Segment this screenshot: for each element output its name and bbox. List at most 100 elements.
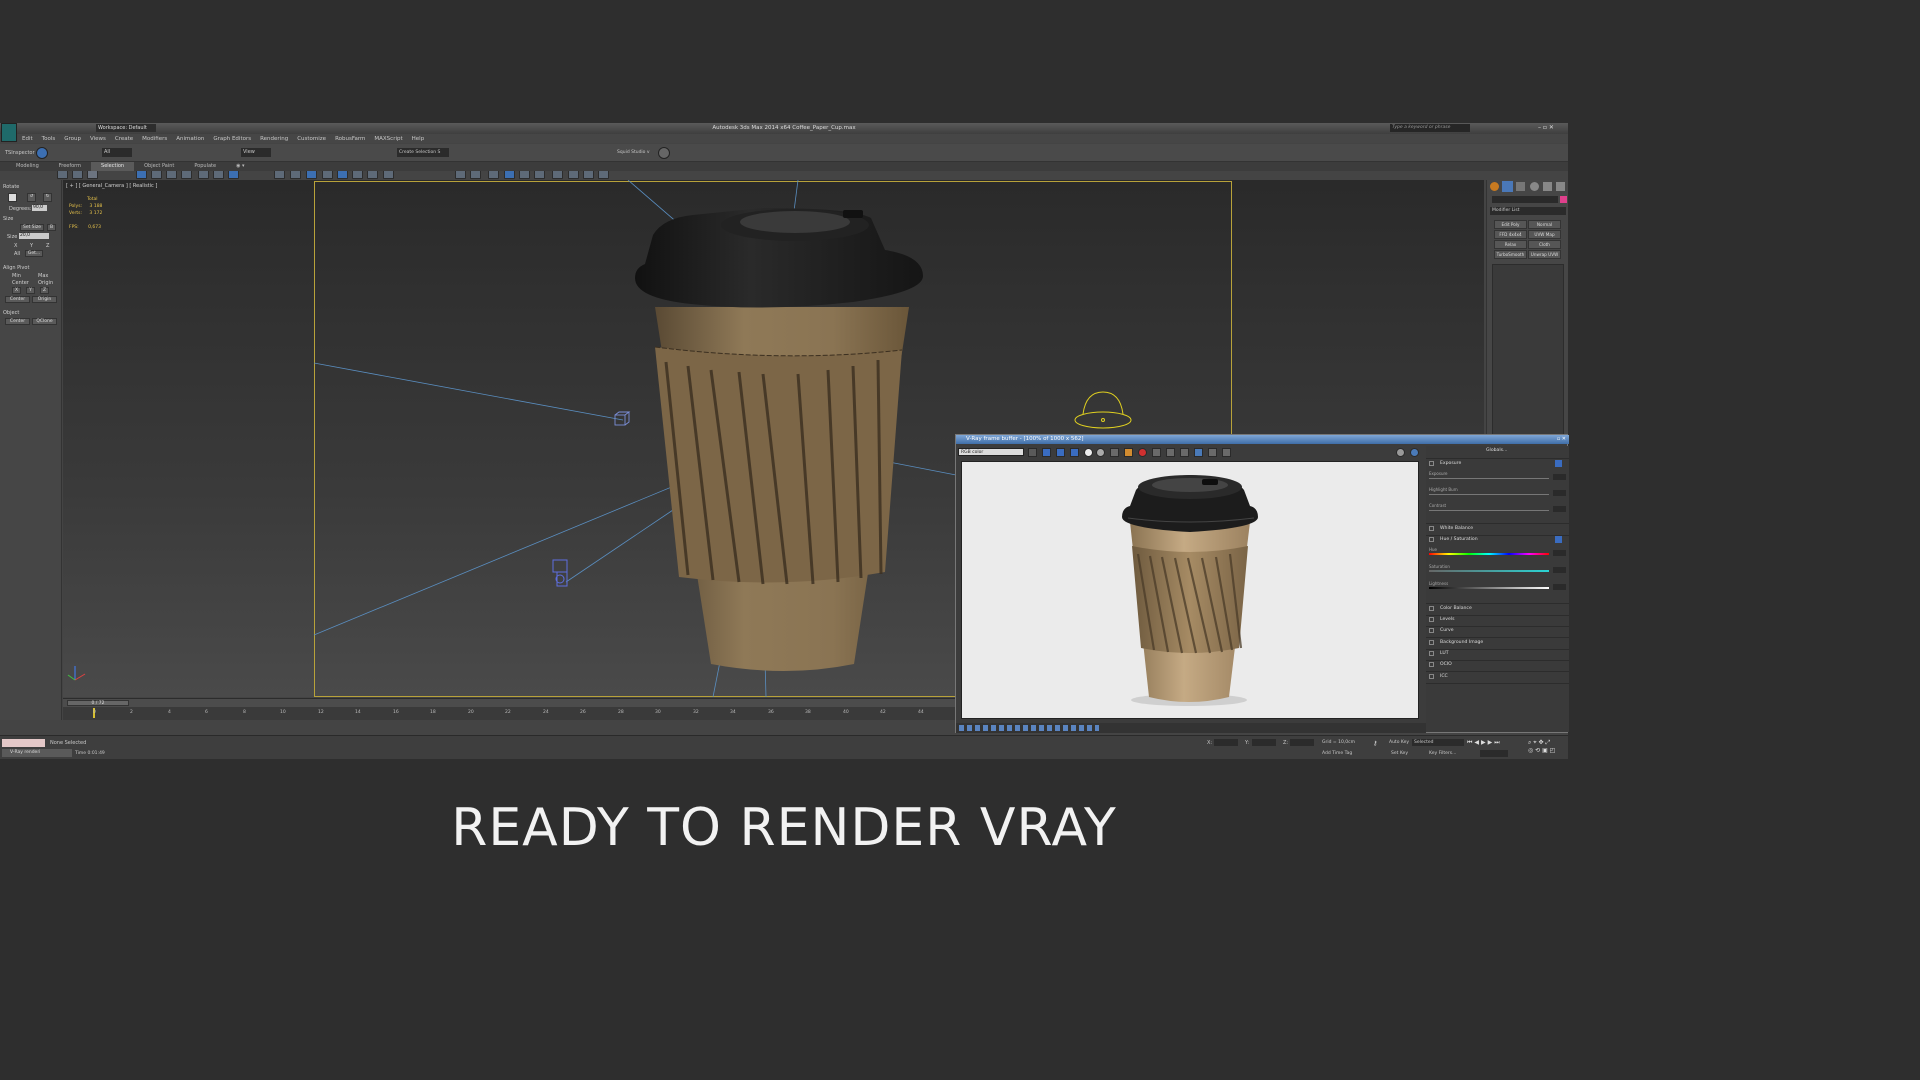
- utilities-tab-icon[interactable]: [1556, 182, 1565, 191]
- ocio-panel-title[interactable]: OCIO: [1440, 662, 1452, 667]
- coord-z-input[interactable]: [1290, 739, 1314, 746]
- hue-value[interactable]: [1553, 550, 1566, 556]
- modifier-turbosmooth-button[interactable]: TurboSmooth: [1494, 250, 1527, 259]
- key-filters-button[interactable]: Key Filters...: [1429, 751, 1456, 756]
- rotate-reset-button[interactable]: [8, 193, 17, 202]
- coord-y-input[interactable]: [1252, 739, 1276, 746]
- menu-group[interactable]: Group: [64, 136, 81, 142]
- modifier-cloth-button[interactable]: Cloth: [1528, 240, 1561, 249]
- axis-y-option[interactable]: Y: [30, 243, 33, 249]
- exposure-expand-icon[interactable]: [1555, 460, 1562, 467]
- selection-filter-dropdown[interactable]: All: [102, 148, 132, 157]
- clear-image-icon[interactable]: [1138, 448, 1147, 457]
- mono-channel-icon[interactable]: [1096, 448, 1105, 457]
- color-balance-checkbox[interactable]: [1429, 606, 1434, 611]
- viewport-nav-controls[interactable]: ⌕ ⌖ ✥ ⤢ ◎ ⟲ ▣ ◰: [1528, 739, 1566, 757]
- saturation-slider[interactable]: [1429, 570, 1549, 572]
- save-image-icon[interactable]: [1028, 448, 1037, 457]
- highlight-burn-slider[interactable]: [1429, 494, 1549, 495]
- hue-slider[interactable]: [1429, 553, 1549, 555]
- modifier-uvw-map-button[interactable]: UVW Map: [1528, 230, 1561, 239]
- history-icons[interactable]: [959, 725, 1099, 731]
- light-gizmo[interactable]: [614, 411, 631, 426]
- vfb-window-controls[interactable]: ▫ ✕: [1557, 435, 1566, 444]
- search-input[interactable]: Type a keyword or phrase: [1390, 124, 1470, 132]
- menu-maxscript[interactable]: MAXScript: [374, 136, 402, 142]
- tab-selection[interactable]: Selection: [91, 162, 135, 171]
- render-icon[interactable]: [1222, 448, 1231, 457]
- rotate-ccw-icon[interactable]: ↺: [27, 193, 36, 202]
- green-channel-icon[interactable]: [1056, 448, 1065, 457]
- key-mode-dropdown[interactable]: Selected: [1412, 739, 1464, 746]
- coffee-cup-model[interactable]: [635, 208, 923, 671]
- pivot-min-option[interactable]: Min: [12, 273, 21, 279]
- follow-mouse-icon[interactable]: [1152, 448, 1161, 457]
- exposure-checkbox[interactable]: [1429, 461, 1434, 466]
- link-to-render-icon[interactable]: [1194, 448, 1203, 457]
- menu-views[interactable]: Views: [90, 136, 106, 142]
- create-tab-icon[interactable]: [1490, 182, 1499, 191]
- background-image-checkbox[interactable]: [1429, 640, 1434, 645]
- stereo-icon[interactable]: [1208, 448, 1217, 457]
- display-tab-icon[interactable]: [1543, 182, 1552, 191]
- playback-controls[interactable]: ⏮◀▶▶⏭: [1467, 739, 1525, 747]
- menu-graph-editors[interactable]: Graph Editors: [213, 136, 251, 142]
- white-balance-checkbox[interactable]: [1429, 526, 1434, 531]
- hierarchy-tab-icon[interactable]: [1516, 182, 1525, 191]
- pivot-center-option[interactable]: Center: [12, 280, 29, 286]
- menu-modifiers[interactable]: Modifiers: [142, 136, 167, 142]
- inspector-icon[interactable]: [36, 147, 48, 159]
- region-render-icon[interactable]: [1166, 448, 1175, 457]
- add-time-tag[interactable]: Add Time Tag: [1322, 751, 1352, 756]
- menu-animation[interactable]: Animation: [176, 136, 204, 142]
- modifier-unwrap-uvw-button[interactable]: Unwrap UVW: [1528, 250, 1561, 259]
- menu-robusfarm[interactable]: RobusFarm: [335, 136, 365, 142]
- modifier-list-dropdown[interactable]: Modifier List: [1490, 207, 1566, 215]
- qclone-button[interactable]: QClone: [32, 318, 57, 325]
- pivot-origin-button[interactable]: Origin: [32, 296, 57, 303]
- modifier-normal-button[interactable]: Normal: [1528, 220, 1561, 229]
- key-icon[interactable]: ⚷: [1373, 740, 1383, 747]
- color-balance-panel-title[interactable]: Color Balance: [1440, 606, 1472, 611]
- degrees-input[interactable]: 90,0: [32, 205, 47, 211]
- axis-x-option[interactable]: X: [14, 243, 17, 249]
- red-channel-icon[interactable]: [1042, 448, 1051, 457]
- levels-checkbox[interactable]: [1429, 617, 1434, 622]
- reference-coordinate-dropdown[interactable]: View: [241, 148, 271, 157]
- levels-panel-title[interactable]: Levels: [1440, 617, 1455, 622]
- icc-panel-title[interactable]: ICC: [1440, 674, 1448, 679]
- color-picker-icon[interactable]: [1396, 448, 1405, 457]
- camera-gizmo[interactable]: [552, 559, 568, 587]
- object-name-field[interactable]: [1492, 196, 1558, 203]
- curve-checkbox[interactable]: [1429, 628, 1434, 633]
- lightness-slider[interactable]: [1429, 587, 1549, 589]
- auto-key-button[interactable]: Auto Key: [1389, 740, 1409, 745]
- contrast-value[interactable]: [1553, 506, 1566, 512]
- window-controls[interactable]: – ▫ ✕: [1538, 124, 1566, 132]
- curve-panel-title[interactable]: Curve: [1440, 628, 1454, 633]
- pivot-center-button[interactable]: Center: [5, 296, 30, 303]
- save-icon[interactable]: [1110, 448, 1119, 457]
- motion-tab-icon[interactable]: [1530, 182, 1539, 191]
- pivot-x-button[interactable]: X: [12, 287, 21, 294]
- pivot-origin-option[interactable]: Origin: [38, 280, 53, 286]
- pivot-max-option[interactable]: Max: [38, 273, 48, 279]
- pivot-z-button[interactable]: Z: [40, 287, 49, 294]
- alpha-channel-icon[interactable]: [1084, 448, 1093, 457]
- vfb-bottom-toolbar[interactable]: [956, 723, 1426, 733]
- menu-help[interactable]: Help: [412, 136, 425, 142]
- ribbon-options-icon[interactable]: ◉ ▾: [226, 162, 254, 171]
- menu-create[interactable]: Create: [115, 136, 133, 142]
- axis-all-option[interactable]: All: [14, 251, 20, 257]
- hue-saturation-panel-title[interactable]: Hue / Saturation: [1440, 537, 1478, 542]
- axis-z-option[interactable]: Z: [46, 243, 49, 249]
- contrast-slider[interactable]: [1429, 510, 1549, 511]
- cloud-render-icon[interactable]: [658, 147, 670, 159]
- modify-tab-icon[interactable]: [1502, 181, 1513, 192]
- highlight-burn-value[interactable]: [1553, 490, 1566, 496]
- named-selection-sets-dropdown[interactable]: Create Selection S: [397, 148, 449, 157]
- size-options-button[interactable]: B: [47, 224, 56, 231]
- modifier-edit-poly-button[interactable]: Edit Poly: [1494, 220, 1527, 229]
- coord-x-input[interactable]: [1214, 739, 1238, 746]
- frame-input[interactable]: [1480, 750, 1508, 757]
